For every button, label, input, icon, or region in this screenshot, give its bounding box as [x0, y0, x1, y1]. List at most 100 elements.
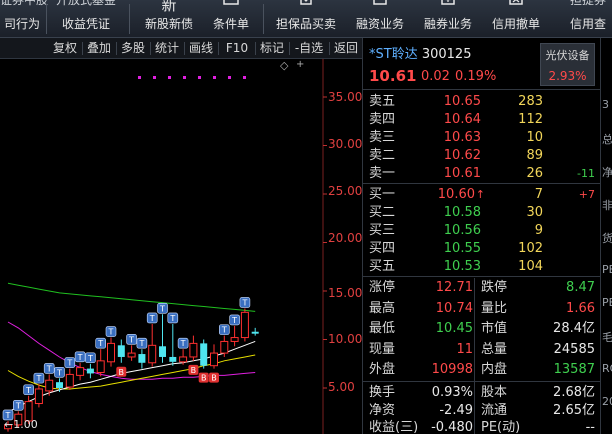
- sector-badge[interactable]: 光伏设备 2.93%: [540, 43, 595, 86]
- candle-body-up: [240, 311, 249, 339]
- stat-value: -0.480: [431, 420, 473, 434]
- chart-toolbar-divider: [329, 42, 330, 55]
- stats-column-divider: [474, 382, 475, 434]
- signal-marker-label: T: [108, 328, 114, 337]
- ask-row[interactable]: 卖二 10.62 89: [363, 147, 601, 164]
- stat-value: 10.74: [435, 300, 473, 316]
- toolbar-item-conditional-order[interactable]: 条件单: [205, 0, 257, 38]
- toolbar-item-new-shares[interactable]: 新 新股新债: [138, 0, 200, 38]
- stat-label: 量比: [481, 300, 508, 316]
- kline-chart-svg[interactable]: TTTTT TTT TTTBT TTTTTBB BTTT: [0, 59, 362, 434]
- stat-label: 内盘: [481, 362, 508, 377]
- stat-label: 市值: [481, 321, 508, 336]
- toolbar-item-margin-financing[interactable]: 融资业务: [350, 0, 410, 38]
- bid-volume: 30: [526, 205, 543, 220]
- ask-row[interactable]: 卖四 10.64 112: [363, 111, 601, 128]
- stat-value: 28.4亿: [553, 321, 595, 336]
- stat-value: 11: [456, 341, 473, 357]
- button-overlay[interactable]: 叠加: [84, 40, 114, 57]
- stock-name[interactable]: *ST聆达: [369, 47, 418, 62]
- price-axis-label: 20.00: [328, 231, 363, 245]
- stat-value: 12.71: [435, 280, 473, 295]
- collateral-trade-icon: [298, 0, 314, 12]
- button-remove-watchlist[interactable]: -自选: [291, 40, 327, 57]
- chart-toolbar: 复权 叠加 多股 统计 画线 F10 标记 -自选 返回: [0, 38, 362, 59]
- button-f10[interactable]: F10: [221, 40, 253, 57]
- toolbar-item-corporate-actions[interactable]: 证券中股 司行为: [0, 0, 48, 38]
- signal-dot: [138, 76, 141, 79]
- chart-toolbar-divider: [289, 42, 290, 55]
- candle-body-up: [107, 342, 115, 363]
- signal-marker-label: T: [180, 339, 186, 348]
- ask-row[interactable]: 卖五 10.65 283: [363, 93, 601, 110]
- signal-dot: [198, 76, 201, 79]
- quote-panel: *ST聆达 300125 10.61 0.02 0.19% 光伏设备 2.93%…: [362, 38, 601, 434]
- button-mark[interactable]: 标记: [257, 40, 287, 57]
- candle-body-down: [138, 354, 146, 363]
- ask-volume: 26: [526, 166, 543, 181]
- candle-body-up: [210, 352, 218, 367]
- bid-level-label: 买三: [369, 223, 396, 238]
- ask-price: 10.63: [443, 130, 481, 145]
- margin-financing-icon: [372, 0, 388, 12]
- fundamental-row: 收益(三) -0.480 PE(动) --: [363, 418, 601, 434]
- signal-dot: [168, 76, 171, 79]
- edge-label: 毛: [602, 331, 612, 344]
- signal-marker-label: T: [25, 386, 31, 395]
- chart-toolbar-divider: [150, 42, 151, 55]
- bid-row[interactable]: 买五 10.53 104: [363, 258, 601, 275]
- stat-value: --: [585, 420, 595, 434]
- ask-price: 10.64: [443, 112, 481, 127]
- bid-level-label: 买一: [369, 187, 396, 202]
- kline-chart[interactable]: TTTTTTTTTTTBTTTTTTBBBTTT 35.00 30.00 25.…: [0, 59, 362, 434]
- toolbar-item-fund-certificate[interactable]: 开放式基金 收益凭证: [50, 0, 122, 38]
- button-draw-line[interactable]: 画线: [186, 40, 216, 57]
- edge-label: 货: [602, 232, 612, 245]
- button-statistics[interactable]: 统计: [152, 40, 182, 57]
- diamond-icon[interactable]: ◇: [280, 59, 288, 72]
- edge-label: 20: [602, 395, 612, 408]
- up-arrow-icon: ↑: [475, 188, 485, 201]
- stat-row: 最高 10.74 量比 1.66: [363, 299, 601, 319]
- price-change-percent: 0.19%: [455, 69, 497, 84]
- candle-body-up: [148, 344, 157, 364]
- toolbar-divider: [46, 4, 47, 34]
- signal-marker-label: T: [169, 314, 175, 323]
- ask-level-label: 卖四: [369, 112, 396, 127]
- button-back[interactable]: 返回: [331, 40, 361, 57]
- toolbar-item-credit-cancel[interactable]: 信用撤单: [486, 0, 546, 38]
- signal-marker-label: T: [231, 316, 237, 325]
- stat-label: 收益(三): [369, 420, 419, 434]
- edge-label: 3: [602, 98, 609, 111]
- stat-label: PE(动): [481, 420, 521, 434]
- ask-row[interactable]: 卖一 10.61 26 -11: [363, 165, 601, 182]
- stat-label: 总量: [481, 341, 508, 357]
- bid-price: 10.56: [443, 223, 481, 238]
- bid-row[interactable]: 买二 10.58 30: [363, 204, 601, 221]
- price-change: 0.02: [421, 69, 450, 84]
- candle-body-down: [86, 368, 94, 374]
- signal-marker-label: T: [138, 339, 144, 348]
- toolbar-item-credit-query[interactable]: 担提券 信用查: [556, 0, 612, 38]
- ask-row[interactable]: 卖三 10.63 10: [363, 129, 601, 146]
- bid-volume: 7: [534, 187, 543, 202]
- candle-body-up: [65, 373, 74, 388]
- bid-level-label: 买四: [369, 241, 396, 256]
- toolbar-item-securities-lending[interactable]: 融券业务: [418, 0, 478, 38]
- button-multi-stock[interactable]: 多股: [118, 40, 148, 57]
- toolbar-item-collateral-trade[interactable]: 担保品买卖: [270, 0, 342, 38]
- signal-dot: [213, 76, 216, 79]
- bid-row[interactable]: 买四 10.55 102: [363, 240, 601, 257]
- bid-row[interactable]: 买三 10.56 9: [363, 222, 601, 239]
- candle-body-up: [96, 360, 105, 373]
- signal-dot: [243, 76, 246, 79]
- toolbar-divider: [129, 4, 130, 34]
- plus-icon[interactable]: +: [296, 59, 304, 70]
- stat-value: 10998: [431, 362, 473, 377]
- book-divider: [363, 183, 601, 184]
- ask-level-label: 卖五: [369, 94, 396, 109]
- stats-divider: [363, 381, 601, 382]
- signal-marker-label: T: [128, 335, 134, 344]
- bid-row[interactable]: 买一 10.60 ↑ 7 +7: [363, 186, 601, 203]
- button-adjust-rights[interactable]: 复权: [50, 40, 80, 57]
